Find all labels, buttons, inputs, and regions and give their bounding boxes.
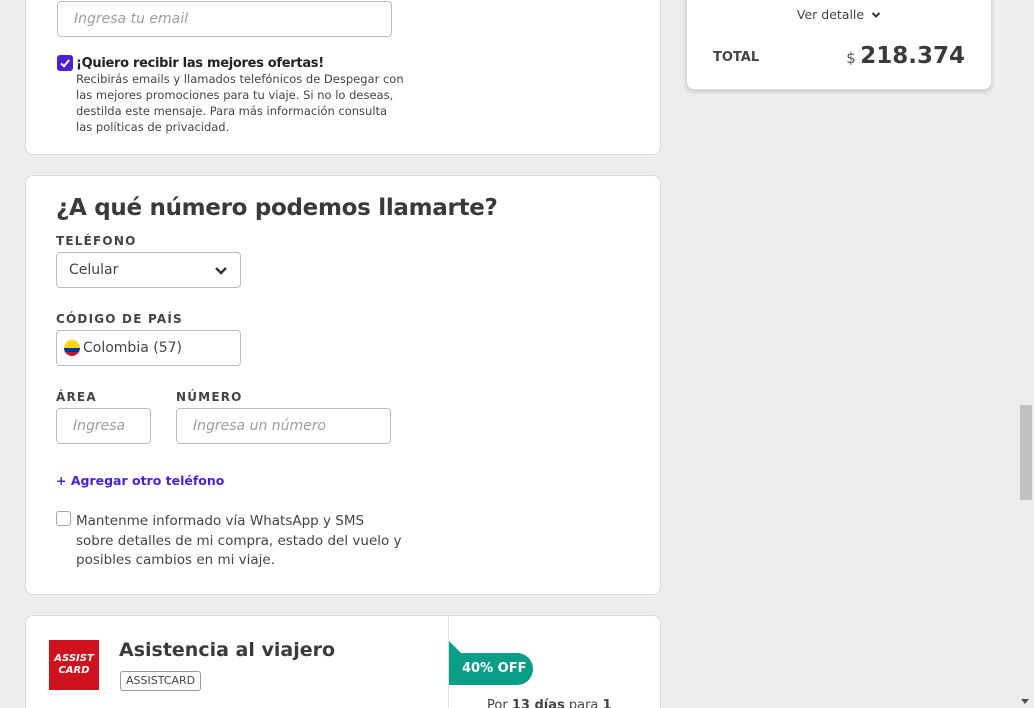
area-label: ÁREA — [56, 390, 97, 404]
number-input[interactable]: Ingresa un número — [176, 408, 391, 444]
assistcard-logo-text: CARD — [58, 665, 90, 676]
email-input[interactable]: Ingresa tu email — [57, 1, 392, 37]
area-input[interactable]: Ingresa — [56, 408, 151, 444]
offers-description: Recibirás emails y llamados telefónicos … — [76, 71, 404, 135]
whatsapp-line: posibles cambios en mi viaje. — [76, 552, 276, 568]
offers-desc-line: destilda este mensaje. Para más informac… — [76, 104, 388, 118]
currency-symbol: $ — [846, 49, 856, 67]
price-summary-card: Ver detalle TOTAL $ 218.374 — [686, 0, 992, 90]
check-icon — [60, 59, 70, 68]
add-phone-link[interactable]: + Agregar otro teléfono — [56, 473, 224, 488]
assistcard-logo: ASSIST CARD — [49, 640, 99, 690]
total-label: TOTAL — [713, 50, 760, 65]
country-code-field[interactable]: Colombia (57) — [56, 330, 241, 366]
offers-desc-line: las mejores promociones para tu viaje. S… — [76, 88, 394, 102]
phone-label: TELÉFONO — [56, 234, 137, 248]
whatsapp-line: sobre detalles de mi compra, estado del … — [76, 532, 402, 549]
assistcard-logo-text: ASSIST — [54, 653, 94, 664]
country-code-value: Colombia (57) — [83, 340, 182, 356]
duration-days: 13 días — [511, 698, 565, 708]
offers-desc-line: Recibirás emails y llamados telefónicos … — [76, 72, 404, 86]
email-card: Ingresa tu email ¡Quiero recibir las mej… — [25, 0, 661, 155]
chevron-down-icon — [215, 267, 227, 275]
country-code-label: CÓDIGO DE PAÍS — [56, 312, 183, 326]
whatsapp-text: Mantenme informado vía WhatsApp y SMS so… — [76, 512, 402, 571]
assist-title: Asistencia al viajero — [119, 639, 336, 661]
chevron-down-icon — [871, 12, 881, 18]
whatsapp-checkbox[interactable] — [56, 511, 71, 526]
scrollbar-thumb[interactable] — [1020, 405, 1032, 500]
discount-badge: 40% OFF — [449, 653, 533, 685]
total-price: $ 218.374 — [846, 43, 965, 69]
view-detail-link[interactable]: Ver detalle — [687, 7, 991, 22]
phone-card: ¿A qué número podemos llamarte? TELÉFONO… — [25, 175, 661, 595]
scroll-down-arrow-icon[interactable] — [1021, 699, 1029, 704]
offers-desc-line: las políticas de privacidad. — [76, 120, 230, 134]
duration-people: 1 — [602, 698, 612, 708]
provider-badge: ASSISTCARD — [120, 671, 202, 691]
duration-prefix: Por — [487, 698, 508, 708]
duration-mid: para — [568, 698, 599, 708]
phone-type-value: Celular — [69, 262, 119, 278]
offers-checkbox[interactable] — [57, 55, 73, 71]
number-label: NÚMERO — [176, 390, 243, 404]
assist-duration: Por 13 días para 1 — [487, 698, 612, 708]
colombia-flag-icon — [64, 340, 80, 356]
travel-assistance-card: ASSIST CARD Asistencia al viajero ASSIST… — [25, 615, 661, 708]
total-value: 218.374 — [860, 43, 965, 69]
view-detail-label: Ver detalle — [796, 7, 865, 22]
phone-heading: ¿A qué número podemos llamarte? — [56, 195, 498, 221]
page-scrollbar[interactable] — [1017, 0, 1034, 708]
offers-title: ¡Quiero recibir las mejores ofertas! — [76, 56, 324, 71]
phone-type-select[interactable]: Celular — [56, 252, 241, 288]
whatsapp-line: Mantenme informado vía WhatsApp y SMS — [76, 513, 365, 529]
